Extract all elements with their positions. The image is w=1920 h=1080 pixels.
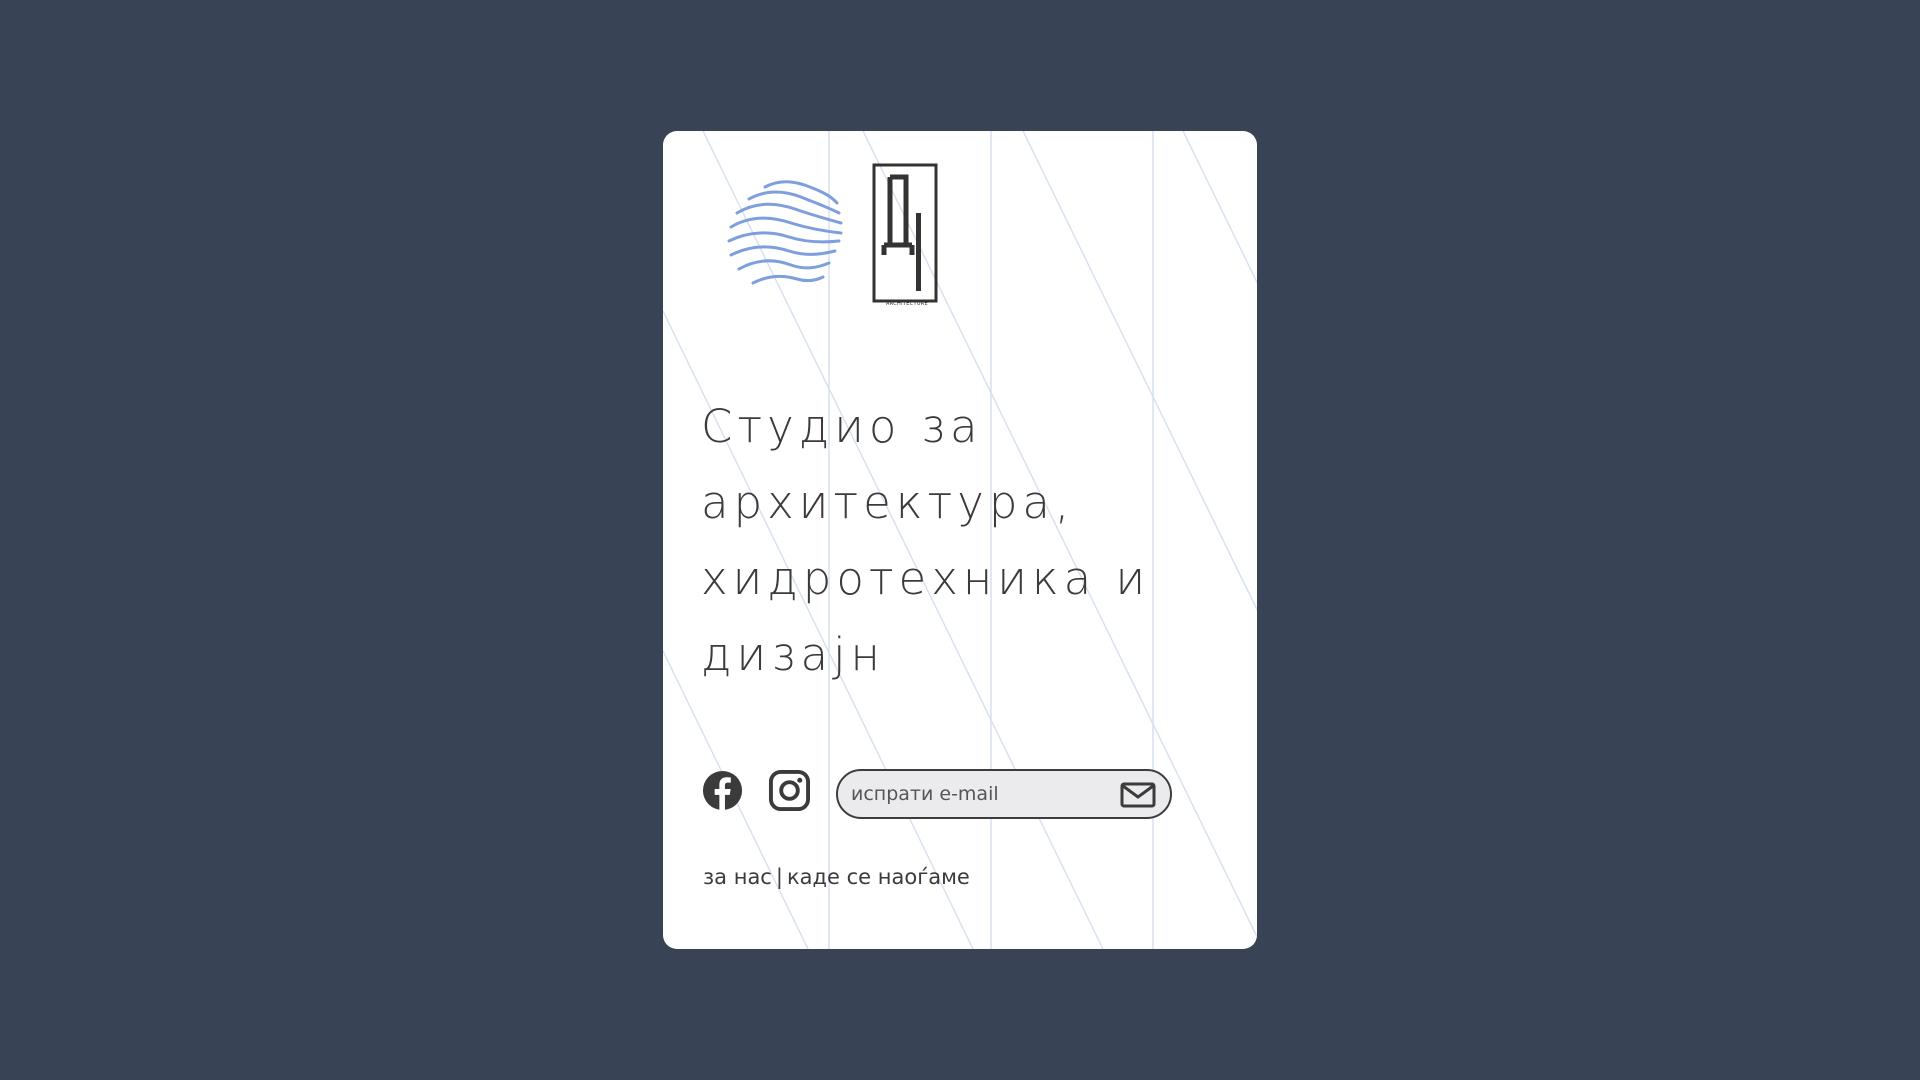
architecture-logo-mark-icon (872, 163, 938, 303)
facebook-icon[interactable] (701, 769, 744, 812)
about-link[interactable]: за нас (703, 865, 772, 889)
logo-caption: ARCHITECTURE (885, 301, 929, 307)
title-line-2: архитектура, (701, 476, 1075, 529)
send-email-button[interactable] (1120, 782, 1156, 808)
title-line-4: дизајн (701, 628, 885, 681)
waves-logo-icon (727, 180, 843, 285)
footer-links: за нас | каде се наоѓаме (703, 865, 970, 889)
title-line-1: Студио за (701, 400, 983, 453)
title-line-3: хидротехника и (701, 552, 1151, 605)
landing-card: ARCHITECTURE Студио за архитектура, хидр… (663, 131, 1257, 949)
location-link[interactable]: каде се наоѓаме (787, 865, 970, 889)
instagram-icon[interactable] (768, 769, 811, 812)
email-field (836, 769, 1172, 819)
social-links (701, 768, 811, 812)
email-input[interactable] (851, 779, 1111, 809)
footer-separator: | (775, 865, 783, 889)
mail-icon (1120, 782, 1156, 808)
page-title: Студио за архитектура, хидротехника и ди… (701, 389, 1221, 693)
